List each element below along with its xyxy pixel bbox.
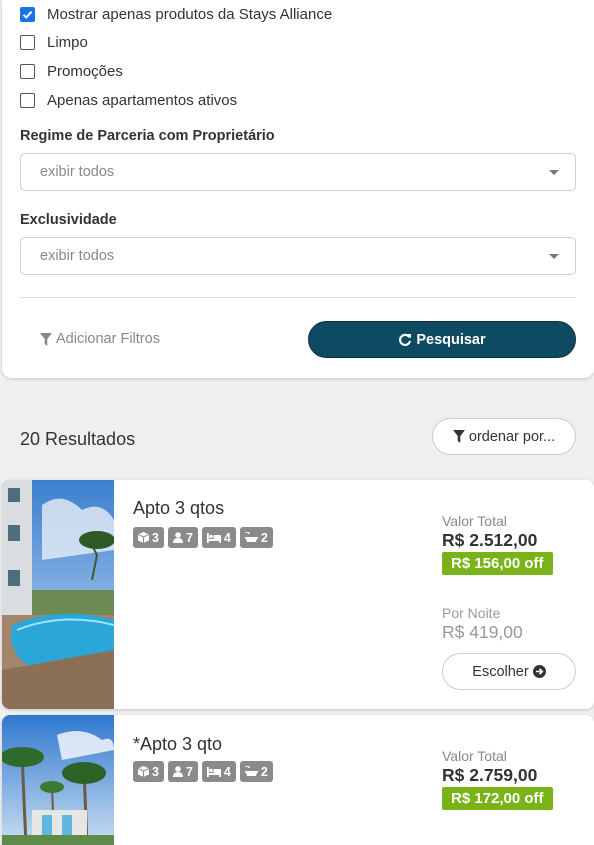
bed-icon — [206, 766, 221, 777]
filter-panel: Mostrar apenas produtos da Stays Allianc… — [2, 0, 594, 378]
checkbox-unchecked-icon[interactable] — [20, 64, 35, 79]
user-icon — [172, 532, 183, 543]
discount-badge: R$ 172,00 off — [442, 787, 553, 810]
results-count: 20 Resultados — [20, 429, 136, 449]
filter-icon — [452, 430, 465, 443]
checkbox-unchecked-icon[interactable] — [20, 93, 35, 108]
checkbox-apenas-ativos[interactable]: Apenas apartamentos ativos — [20, 92, 237, 109]
beds-badge: 4 — [201, 527, 236, 548]
price-block: Valor Total R$ 2.512,00 R$ 156,00 off — [442, 513, 553, 575]
checkbox-stays-alliance[interactable]: Mostrar apenas produtos da Stays Allianc… — [20, 6, 332, 23]
baths-badge: 2 — [239, 761, 273, 782]
listing-card[interactable]: *Apto 3 qto 3 7 4 2 Valor Total R$ 2.759… — [2, 715, 594, 845]
property-photo-palms[interactable] — [2, 715, 114, 845]
total-price: R$ 2.512,00 — [442, 530, 538, 550]
exclusivity-select-value: exibir todos — [40, 248, 115, 264]
checkbox-unchecked-icon[interactable] — [20, 35, 35, 50]
night-price: R$ 419,00 — [442, 622, 523, 642]
listing-title[interactable]: *Apto 3 qto — [133, 734, 222, 755]
checkbox-label: Limpo — [47, 34, 88, 51]
checkbox-label: Mostrar apenas produtos da Stays Allianc… — [47, 6, 333, 23]
choose-button[interactable]: Escolher — [442, 653, 576, 690]
choose-button-label: Escolher — [472, 663, 529, 680]
checkbox-checked-icon[interactable] — [20, 7, 35, 22]
search-button-label: Pesquisar — [416, 331, 486, 348]
guests-badge: 7 — [167, 761, 198, 782]
search-button[interactable]: Pesquisar — [308, 321, 576, 358]
night-label: Por Noite — [442, 605, 501, 621]
discount-badge: R$ 156,00 off — [442, 552, 553, 575]
rooms-badge: 3 — [133, 527, 164, 548]
order-by-button[interactable]: ordenar por... — [432, 418, 576, 455]
checkbox-limpo[interactable]: Limpo — [20, 34, 88, 51]
property-photo-pool[interactable] — [2, 480, 114, 709]
amenity-badges: 3 7 4 2 — [133, 761, 273, 782]
bed-icon — [206, 532, 221, 543]
partnership-select-value: exibir todos — [40, 164, 115, 180]
divider — [20, 297, 576, 298]
price-block: Valor Total R$ 2.759,00 R$ 172,00 off — [442, 748, 553, 810]
exclusivity-select[interactable]: exibir todos — [20, 237, 576, 275]
exclusivity-label: Exclusividade — [20, 212, 117, 228]
arrow-circle-right-icon — [532, 665, 546, 678]
guests-badge: 7 — [167, 527, 198, 548]
listing-title[interactable]: Apto 3 qtos — [133, 498, 224, 519]
add-filters-button[interactable]: Adicionar Filtros — [40, 331, 160, 347]
caret-down-icon — [549, 170, 559, 175]
listing-card[interactable]: Apto 3 qtos 3 7 4 2 Valor Total R$ 2.512… — [2, 480, 594, 709]
total-label: Valor Total — [442, 513, 507, 529]
total-label: Valor Total — [442, 748, 507, 764]
refresh-icon — [399, 333, 412, 346]
checkbox-promocoes[interactable]: Promoções — [20, 63, 123, 80]
total-price: R$ 2.759,00 — [442, 765, 538, 785]
night-price-block: Por Noite R$ 419,00 — [442, 605, 523, 643]
add-filters-label: Adicionar Filtros — [56, 331, 160, 347]
baths-badge: 2 — [239, 527, 273, 548]
partnership-label: Regime de Parceria com Proprietário — [20, 128, 275, 144]
rooms-badge: 3 — [133, 761, 164, 782]
order-by-label: ordenar por... — [468, 428, 556, 445]
checkbox-label: Promoções — [47, 63, 123, 80]
user-icon — [172, 766, 183, 777]
bath-icon — [244, 532, 258, 542]
cube-icon — [138, 532, 149, 543]
bath-icon — [244, 766, 258, 776]
checkbox-label: Apenas apartamentos ativos — [47, 92, 238, 109]
beds-badge: 4 — [201, 761, 236, 782]
filter-icon — [40, 332, 52, 346]
amenity-badges: 3 7 4 2 — [133, 527, 273, 548]
partnership-select[interactable]: exibir todos — [20, 153, 576, 191]
cube-icon — [138, 766, 149, 777]
caret-down-icon — [549, 254, 559, 259]
